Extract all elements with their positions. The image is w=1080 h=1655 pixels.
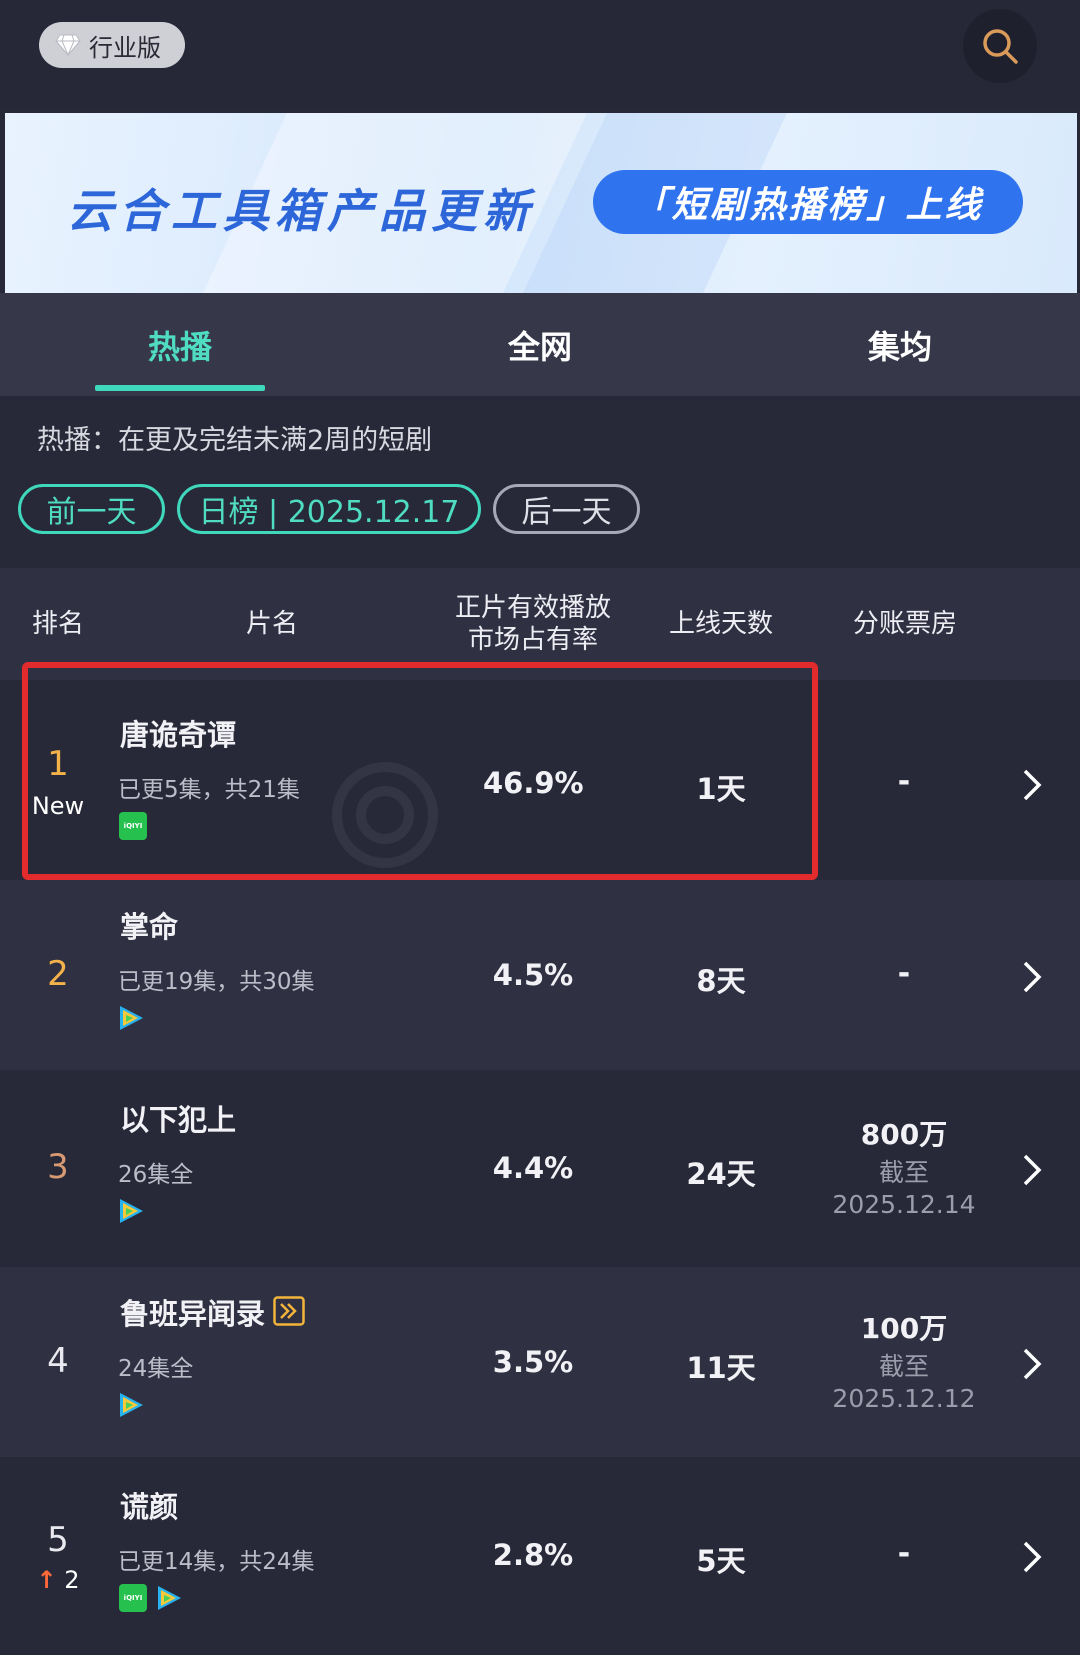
box-office-cell: - xyxy=(814,956,994,991)
box-office-value: - xyxy=(897,956,911,991)
box-office-cell: 100万 截至 2025.12.12 xyxy=(814,1307,994,1415)
market-share-value: 2.8% xyxy=(492,1538,574,1572)
table-row[interactable]: 4 鲁班异闻录 24集全 3.5% 11天 100万 截至 2025.12.12 xyxy=(0,1267,1080,1457)
diamond-icon xyxy=(55,34,81,56)
market-share-header-line1: 正片有效播放 xyxy=(454,593,611,623)
episode-status: 已更19集，共30集 xyxy=(118,969,315,995)
market-share-value: 3.5% xyxy=(492,1345,574,1379)
top-bar: 行业版 xyxy=(0,0,1080,110)
box-office-date: 2025.12.12 xyxy=(832,1384,976,1413)
chevron-right-icon[interactable] xyxy=(1020,960,1044,994)
rank-number: 4 xyxy=(47,1341,69,1381)
drama-title: 掌命 xyxy=(120,910,179,944)
episode-status: 24集全 xyxy=(118,1356,194,1382)
banner-title: 云合工具箱产品更新 xyxy=(67,184,535,238)
box-office-cell: - xyxy=(814,1536,994,1571)
banner-pill: 「短剧热播榜」上线 xyxy=(593,170,1023,234)
box-office-value: - xyxy=(897,1536,911,1571)
days-online-value: 24天 xyxy=(686,1157,756,1191)
tencent-video-platform-icon xyxy=(158,1586,181,1610)
table-row[interactable]: 5 ↑ 2 谎颜 已更14集，共24集 iQIYI 2.8% 5天 - xyxy=(0,1460,1080,1650)
episode-status: 已更14集，共24集 xyxy=(118,1549,315,1575)
rank-number: 2 xyxy=(47,954,69,994)
days-online-value: 8天 xyxy=(696,964,746,998)
search-button[interactable] xyxy=(963,9,1037,83)
fast-forward-icon xyxy=(273,1296,305,1326)
drama-title: 鲁班异闻录 xyxy=(120,1297,266,1331)
box-office-value: 800万 xyxy=(860,1118,948,1151)
drama-title: 谎颜 xyxy=(120,1490,179,1524)
tencent-video-platform-icon xyxy=(120,1199,143,1223)
tab-hot[interactable]: 热播 xyxy=(0,293,360,396)
box-office-as-of-label: 截至 xyxy=(878,1158,929,1187)
promo-banner[interactable]: 云合工具箱产品更新 「短剧热播榜」上线 xyxy=(5,113,1077,293)
drama-title: 以下犯上 xyxy=(120,1103,237,1137)
days-online-value: 5天 xyxy=(696,1544,746,1578)
ranking-description: 热播：在更及完结未满2周的短剧 xyxy=(37,425,433,456)
box-office-as-of-label: 截至 xyxy=(878,1352,929,1381)
tab-per-episode[interactable]: 集均 xyxy=(720,293,1080,396)
previous-day-button[interactable]: 前一天 xyxy=(18,484,165,534)
box-office-value: 100万 xyxy=(860,1312,948,1345)
industry-edition-badge[interactable]: 行业版 xyxy=(39,22,185,68)
rank-number: 3 xyxy=(47,1147,69,1187)
iqiyi-platform-icon: iQIYI xyxy=(119,1584,147,1612)
tencent-video-platform-icon xyxy=(120,1006,143,1030)
active-tab-indicator xyxy=(95,385,265,391)
episode-status: 26集全 xyxy=(118,1162,194,1188)
highlight-box-annotation xyxy=(22,662,818,880)
next-day-button[interactable]: 后一天 xyxy=(493,484,640,534)
industry-edition-label: 行业版 xyxy=(89,33,161,62)
market-share-value: 4.4% xyxy=(492,1151,574,1185)
rank-number: 5 xyxy=(47,1520,69,1560)
box-office-value: - xyxy=(897,764,911,799)
search-icon xyxy=(983,29,1018,64)
chevron-right-icon[interactable] xyxy=(1020,768,1044,802)
box-office-date: 2025.12.14 xyxy=(832,1190,976,1219)
rank-up-arrow-icon: ↑ xyxy=(36,1566,57,1594)
tab-all-network[interactable]: 全网 xyxy=(360,293,720,396)
ranking-tabs: 热播 全网 集均 xyxy=(0,293,1080,396)
rank-change-value: 2 xyxy=(64,1566,80,1594)
chevron-right-icon[interactable] xyxy=(1020,1153,1044,1187)
box-office-cell: - xyxy=(814,764,994,799)
column-header-box-office: 分账票房 xyxy=(852,609,957,639)
table-row[interactable]: 2 掌命 已更19集，共30集 4.5% 8天 - xyxy=(0,880,1080,1070)
market-share-header-line2: 市场占有率 xyxy=(467,625,598,655)
daily-chart-date-button[interactable]: 日榜 | 2025.12.17 xyxy=(177,484,481,534)
tencent-video-platform-icon xyxy=(120,1393,143,1417)
table-row[interactable]: 3 以下犯上 26集全 4.4% 24天 800万 截至 2025.12.14 xyxy=(0,1073,1080,1263)
chevron-right-icon[interactable] xyxy=(1020,1347,1044,1381)
days-online-value: 11天 xyxy=(686,1351,756,1385)
market-share-value: 4.5% xyxy=(492,958,574,992)
chevron-right-icon[interactable] xyxy=(1020,1540,1044,1574)
box-office-cell: 800万 截至 2025.12.14 xyxy=(814,1113,994,1221)
rank-change: ↑ 2 xyxy=(20,1566,96,1594)
